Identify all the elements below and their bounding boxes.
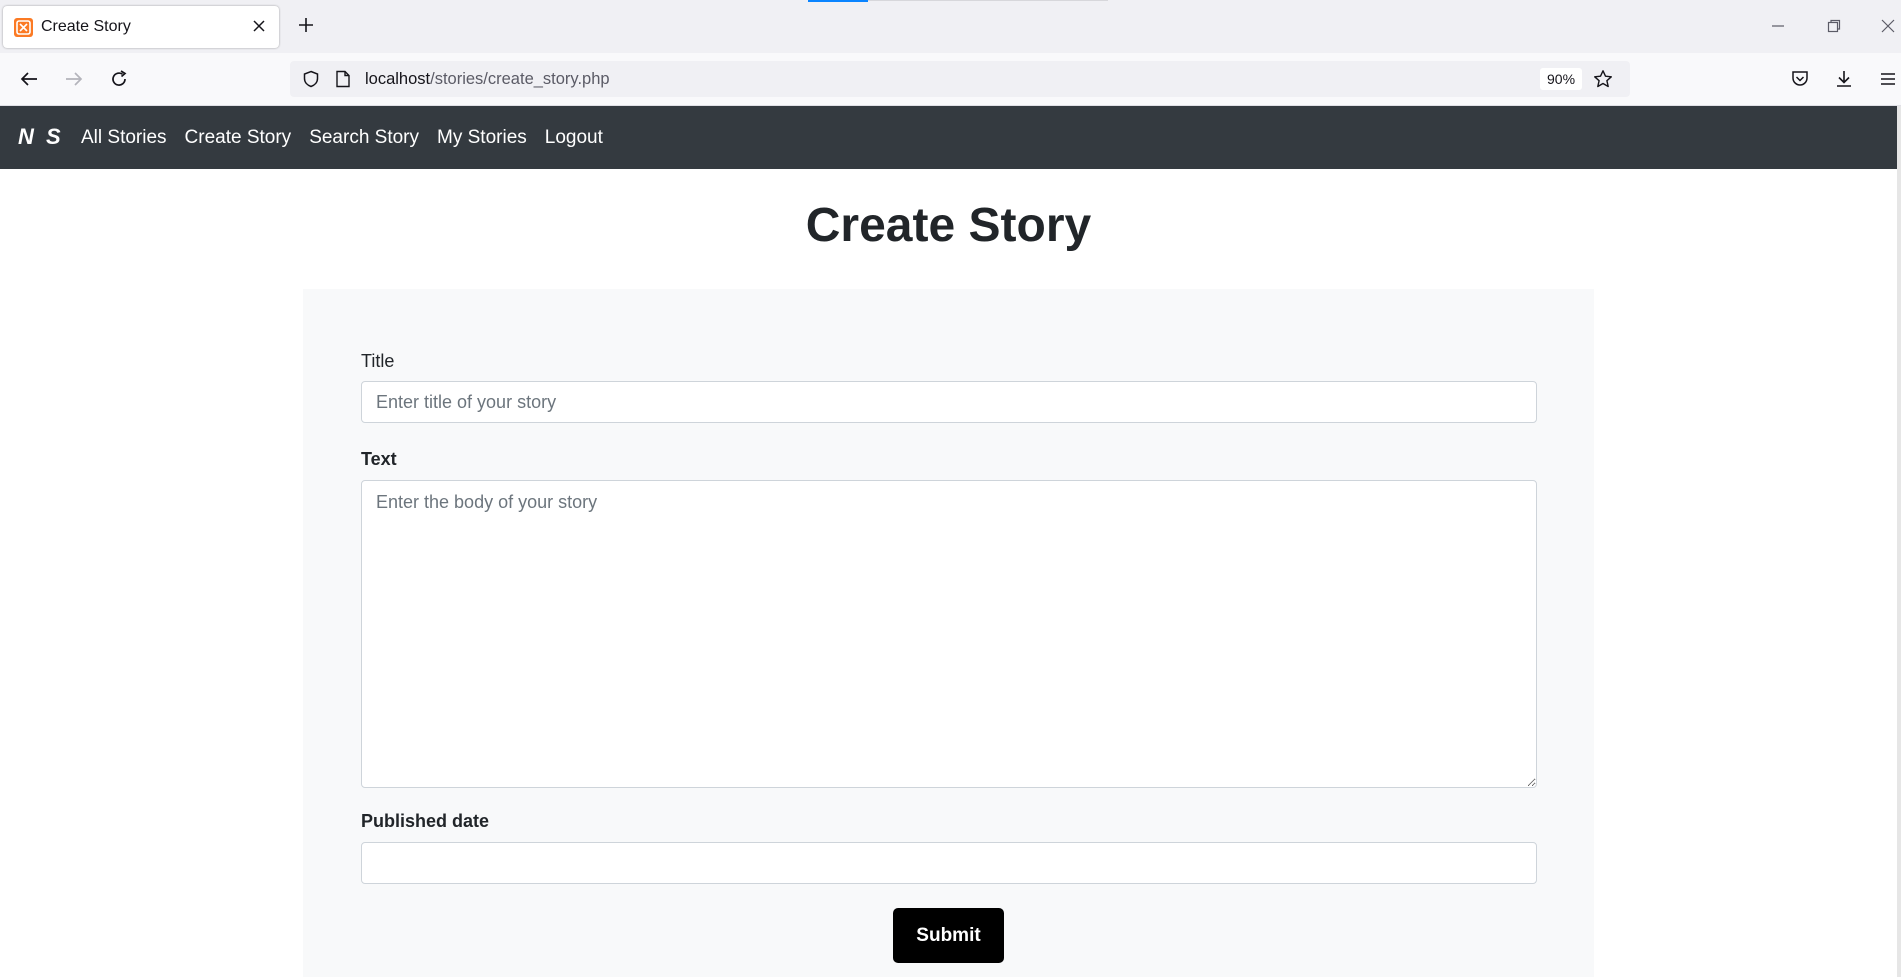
browser-tab[interactable]: Create Story <box>3 6 279 48</box>
nav-link-all-stories[interactable]: All Stories <box>81 127 167 149</box>
page-info-icon[interactable] <box>330 66 356 92</box>
browser-tab-bar: Create Story <box>0 0 1901 53</box>
site-favicon-icon <box>14 18 33 37</box>
brand-logo[interactable]: N S <box>18 124 64 150</box>
pocket-icon[interactable] <box>1787 66 1813 92</box>
back-arrow-icon[interactable] <box>16 66 42 92</box>
url-bar[interactable]: localhost/stories/create_story.php 90% <box>290 61 1630 97</box>
site-navbar: N S All Stories Create Story Search Stor… <box>0 106 1897 169</box>
tab-close-icon[interactable] <box>249 16 269 36</box>
text-label: Text <box>361 449 397 469</box>
minimize-icon[interactable] <box>1766 14 1790 38</box>
restore-icon[interactable] <box>1822 14 1846 38</box>
nav-link-create-story[interactable]: Create Story <box>185 127 292 149</box>
nav-link-search-story[interactable]: Search Story <box>309 127 419 149</box>
window-close-icon[interactable] <box>1876 14 1900 38</box>
nav-link-my-stories[interactable]: My Stories <box>437 127 527 149</box>
zoom-level-badge[interactable]: 90% <box>1540 68 1583 90</box>
nav-link-logout[interactable]: Logout <box>545 127 603 149</box>
menu-hamburger-icon[interactable] <box>1875 66 1901 92</box>
nav-links: All Stories Create Story Search Story My… <box>81 127 603 149</box>
downloads-icon[interactable] <box>1831 66 1857 92</box>
url-host: localhost <box>365 70 431 88</box>
title-label: Title <box>361 351 395 371</box>
browser-nav-bar: localhost/stories/create_story.php 90% <box>0 53 1901 106</box>
published-date-label: Published date <box>361 811 490 831</box>
page-title: Create Story <box>805 199 1092 252</box>
page-scrollbar[interactable] <box>1897 106 1901 977</box>
tab-title: Create Story <box>41 18 131 35</box>
story-text-input[interactable] <box>361 480 1537 788</box>
bookmark-star-icon[interactable] <box>1590 66 1616 92</box>
url-path: /stories/create_story.php <box>430 70 610 88</box>
reload-icon[interactable] <box>106 66 132 92</box>
tab-loading-indicator <box>808 0 868 2</box>
title-input[interactable] <box>361 381 1537 423</box>
create-story-form: Title Text Published date Submit <box>303 289 1594 977</box>
published-date-input[interactable] <box>361 842 1537 884</box>
shield-icon[interactable] <box>298 66 324 92</box>
new-tab-icon[interactable] <box>294 13 318 37</box>
forward-arrow-icon[interactable] <box>61 66 87 92</box>
tab-loading-track <box>868 0 1108 1</box>
url-text[interactable]: localhost/stories/create_story.php <box>365 70 610 89</box>
submit-button[interactable]: Submit <box>893 908 1004 963</box>
